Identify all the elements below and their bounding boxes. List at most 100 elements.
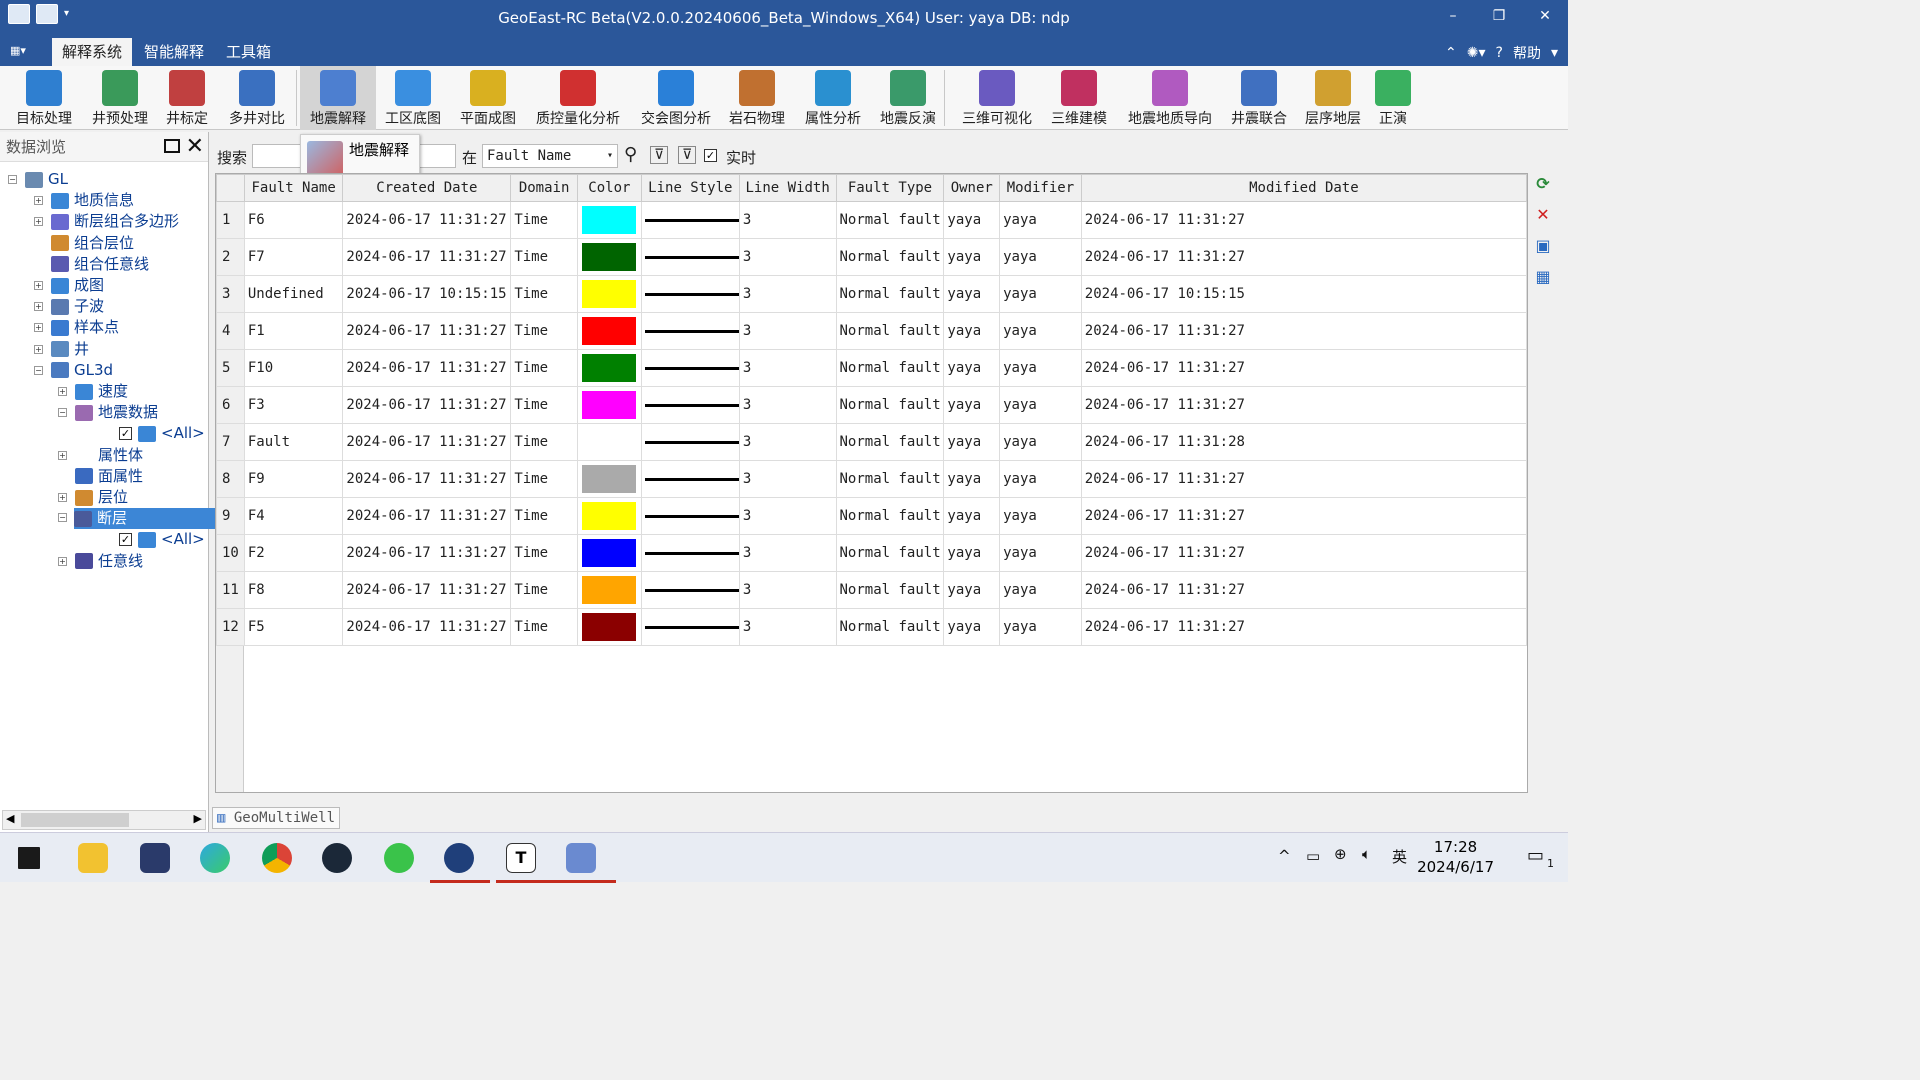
owner-cell[interactable]: yaya — [943, 312, 1001, 350]
modifier-cell[interactable]: yaya — [999, 386, 1082, 424]
scrollbar-thumb[interactable] — [21, 813, 129, 827]
scroll-left-icon[interactable]: ◀ — [6, 812, 14, 825]
ribbon-button-7[interactable]: 质控量化分析 — [528, 66, 628, 130]
tree-expander-icon[interactable]: + — [34, 323, 43, 333]
ribbon-button-16[interactable]: 层序地层 — [1300, 66, 1366, 130]
color-cell[interactable] — [576, 460, 642, 498]
column-header[interactable]: Modified Date — [1080, 174, 1528, 202]
row-number[interactable]: 7 — [216, 423, 245, 461]
column-header[interactable]: Color — [576, 174, 642, 202]
column-header[interactable]: Modifier — [999, 174, 1082, 202]
battery-icon[interactable]: ▭ — [1306, 847, 1320, 865]
color-swatch[interactable] — [581, 317, 636, 345]
modified-date-cell[interactable]: 2024-06-17 11:31:27 — [1080, 386, 1528, 424]
color-swatch[interactable] — [581, 502, 636, 530]
owner-cell[interactable]: yaya — [943, 423, 1001, 461]
tree-item[interactable]: + 成图 — [34, 275, 104, 296]
fault-type-cell[interactable]: Normal fault — [835, 608, 945, 646]
tree-item[interactable]: + 地质信息 — [34, 190, 134, 211]
created-date-cell[interactable]: 2024-06-17 11:31:27 — [342, 571, 512, 609]
line-style-cell[interactable] — [640, 608, 740, 646]
fault-type-cell[interactable]: Normal fault — [835, 571, 945, 609]
tree-item[interactable]: ✓ <All> — [102, 529, 205, 550]
tree-item[interactable]: + 层位 — [58, 487, 128, 508]
tree-item[interactable]: + 任意线 — [58, 551, 143, 572]
line-style-cell[interactable] — [640, 386, 740, 424]
column-header[interactable]: Owner — [943, 174, 1001, 202]
table-settings-icon[interactable]: ▦ — [1532, 266, 1554, 288]
row-number[interactable]: 4 — [216, 312, 245, 350]
tree-item[interactable]: − GL3d — [34, 360, 113, 381]
notification-icon[interactable]: ▭ — [1527, 845, 1544, 866]
tree-item[interactable]: + 井 — [34, 339, 89, 360]
row-number[interactable]: 8 — [216, 460, 245, 498]
fault-name-cell[interactable]: F4 — [243, 497, 344, 535]
column-header[interactable]: Fault Name — [243, 174, 344, 202]
owner-cell[interactable]: yaya — [943, 238, 1001, 276]
created-date-cell[interactable]: 2024-06-17 11:31:27 — [342, 460, 512, 498]
color-swatch[interactable] — [581, 354, 636, 382]
ribbon-button-17[interactable]: 正演 — [1370, 66, 1416, 130]
domain-cell[interactable]: Time — [510, 238, 578, 276]
modifier-cell[interactable]: yaya — [999, 608, 1082, 646]
fault-name-cell[interactable]: F8 — [243, 571, 344, 609]
domain-cell[interactable]: Time — [510, 386, 578, 424]
tree-item[interactable]: + 子波 — [34, 296, 104, 317]
geoeast-icon[interactable] — [444, 843, 474, 873]
created-date-cell[interactable]: 2024-06-17 11:31:27 — [342, 497, 512, 535]
row-number[interactable]: 9 — [216, 497, 245, 535]
tree-item[interactable]: + 样本点 — [34, 317, 119, 338]
table-row[interactable]: 11 F8 2024-06-17 11:31:27 Time 3 Normal fault… — [216, 571, 1528, 609]
modifier-cell[interactable]: yaya — [999, 497, 1082, 535]
color-swatch[interactable] — [581, 206, 636, 234]
row-number[interactable]: 3 — [216, 275, 245, 313]
ribbon-button-2[interactable]: 井标定 — [160, 66, 214, 130]
color-cell[interactable] — [576, 312, 642, 350]
line-width-cell[interactable]: 3 — [738, 460, 837, 498]
minimize-button[interactable]: – — [1430, 0, 1476, 32]
close-button[interactable]: ✕ — [1522, 0, 1568, 32]
owner-cell[interactable]: yaya — [943, 386, 1001, 424]
created-date-cell[interactable]: 2024-06-17 11:31:27 — [342, 423, 512, 461]
line-style-cell[interactable] — [640, 534, 740, 572]
steam-icon[interactable] — [322, 843, 352, 873]
color-cell[interactable] — [576, 571, 642, 609]
clear-filter-icon[interactable]: ⊽ — [678, 146, 697, 164]
color-swatch[interactable] — [581, 576, 636, 604]
line-style-cell[interactable] — [640, 275, 740, 313]
modified-date-cell[interactable]: 2024-06-17 11:31:27 — [1080, 460, 1528, 498]
tab-intelligent-interpretation[interactable]: 智能解释 — [134, 38, 214, 66]
search-field-select[interactable]: Fault Name ▾ — [482, 144, 618, 168]
line-width-cell[interactable]: 3 — [738, 386, 837, 424]
line-width-cell[interactable]: 3 — [738, 312, 837, 350]
owner-cell[interactable]: yaya — [943, 497, 1001, 535]
tree-expander-icon[interactable]: + — [58, 387, 67, 396]
tree-expander-icon[interactable]: + — [58, 450, 67, 460]
line-width-cell[interactable]: 3 — [738, 275, 837, 313]
color-swatch[interactable] — [581, 243, 636, 271]
ribbon-button-5[interactable]: 工区底图 — [378, 66, 448, 130]
fault-type-cell[interactable]: Normal fault — [835, 275, 945, 313]
modifier-cell[interactable]: yaya — [999, 275, 1082, 313]
table-row[interactable]: 9 F4 2024-06-17 11:31:27 Time 3 Normal fault y… — [216, 497, 1528, 535]
cat-app-icon[interactable] — [140, 843, 170, 873]
line-style-cell[interactable] — [640, 460, 740, 498]
row-number[interactable]: 2 — [216, 238, 245, 276]
ribbon-button-13[interactable]: 三维建模 — [1044, 66, 1114, 130]
line-style-cell[interactable] — [640, 423, 740, 461]
fault-name-cell[interactable]: F1 — [243, 312, 344, 350]
modifier-cell[interactable]: yaya — [999, 460, 1082, 498]
domain-cell[interactable]: Time — [510, 275, 578, 313]
line-style-cell[interactable] — [640, 571, 740, 609]
float-panel-icon[interactable] — [164, 139, 180, 153]
tree-item[interactable]: ✓ <All> — [102, 423, 205, 444]
realtime-checkbox[interactable]: ✓ — [704, 149, 717, 162]
refresh-icon[interactable]: ⟳ — [1532, 173, 1554, 195]
volume-icon[interactable]: 🔈︎ — [1362, 845, 1371, 863]
save-icon[interactable]: ▣ — [1532, 235, 1554, 257]
table-row[interactable]: 4 F1 2024-06-17 11:31:27 Time 3 Normal fault y… — [216, 312, 1528, 350]
fault-name-cell[interactable]: Fault — [243, 423, 344, 461]
file-explorer-icon[interactable] — [78, 843, 108, 873]
line-width-cell[interactable]: 3 — [738, 534, 837, 572]
restore-button[interactable]: ❐ — [1476, 0, 1522, 32]
